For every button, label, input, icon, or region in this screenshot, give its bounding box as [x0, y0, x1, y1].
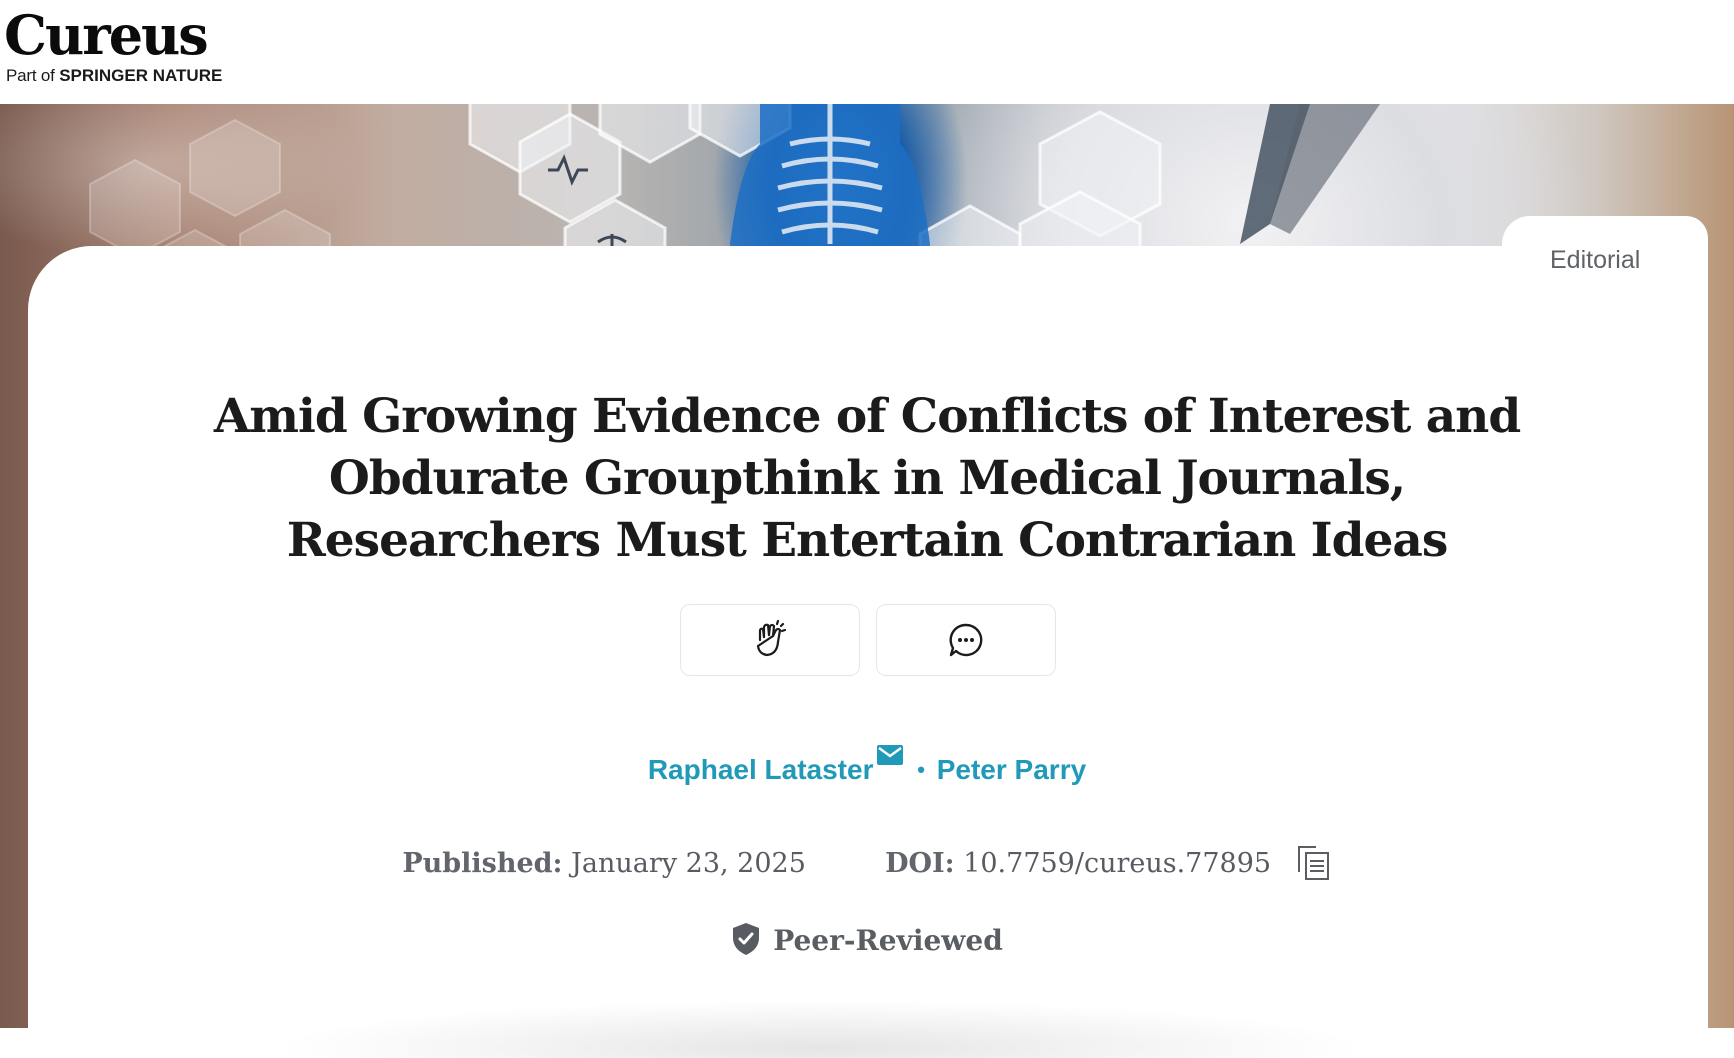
peer-review-label: Peer-Reviewed [773, 924, 1003, 957]
site-header: Cureus Part of SPRINGER NATURE [0, 0, 1734, 104]
publication-meta: Published: January 23, 2025 DOI: 10.7759… [0, 844, 1734, 887]
published-date: January 23, 2025 [571, 848, 806, 879]
clap-button[interactable] [680, 604, 860, 676]
cureus-logo[interactable]: Cureus Part of SPRINGER NATURE [4, 6, 222, 86]
clap-icon [756, 620, 787, 657]
author-list: Raphael Lataster • Peter Parry [0, 740, 1734, 786]
peer-review-badge: Peer-Reviewed [0, 922, 1734, 963]
necktie-shape [1240, 104, 1380, 244]
published-label: Published: [402, 848, 563, 879]
logo-tagline: Part of SPRINGER NATURE [6, 66, 222, 86]
author-separator: • [917, 757, 925, 782]
doi-value: 10.7759/cureus.77895 [963, 848, 1272, 879]
doi-label: DOI: [885, 848, 955, 879]
comment-button[interactable] [876, 604, 1056, 676]
article-title: Amid Growing Evidence of Conflicts of In… [213, 389, 1521, 568]
envelope-icon[interactable] [877, 740, 904, 772]
content-shadow [160, 968, 1480, 1058]
article-type-label: Editorial [1550, 246, 1641, 274]
tagline-prefix: Part of [6, 66, 55, 85]
tagline-company: SPRINGER NATURE [59, 66, 223, 85]
author-link[interactable]: Peter Parry [937, 754, 1086, 785]
author-link[interactable]: Raphael Lataster [648, 754, 874, 785]
copy-icon[interactable] [1296, 844, 1332, 887]
shield-check-icon [731, 922, 761, 963]
comment-bubble-icon [949, 623, 983, 657]
logo-wordmark: Cureus [4, 3, 209, 67]
